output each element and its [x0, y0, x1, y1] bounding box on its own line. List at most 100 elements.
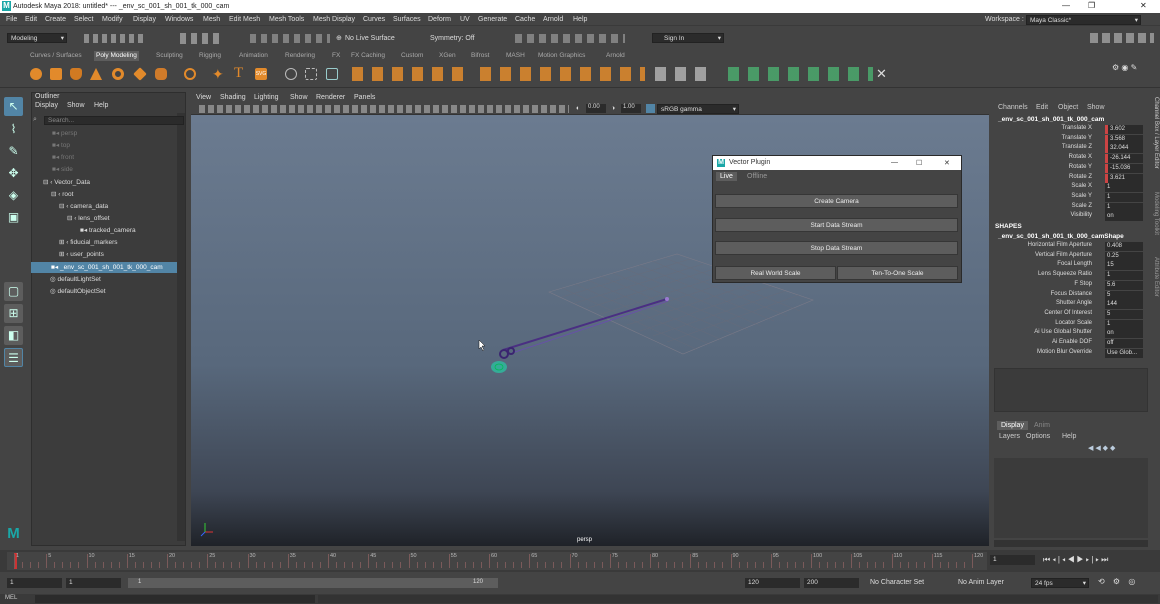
outliner-menu-show[interactable]: Show [67, 102, 85, 109]
sign-in-dropdown[interactable]: Sign In [652, 33, 724, 43]
shape-channel-value[interactable]: 5 [1105, 290, 1143, 300]
channel-row[interactable]: Visibility on [994, 212, 1144, 222]
menu-mesh-display[interactable]: Mesh Display [313, 16, 355, 23]
channel-value[interactable]: -26.144 [1105, 154, 1143, 164]
menu-display[interactable]: Display [133, 16, 156, 23]
shape-channel-row[interactable]: Horizontal Film Aperture 0.408 [994, 242, 1144, 252]
shelf-tab-animation[interactable]: Animation [239, 52, 268, 59]
channel-row[interactable]: Rotate Z 3.621 [994, 173, 1144, 184]
channel-row[interactable]: Translate Z 32.044 [994, 144, 1144, 154]
playback-controls-icons[interactable]: ⏮◂|◂◀▶▸|▸⏭ [1043, 555, 1110, 565]
lasso-tool-icon[interactable]: ⌇ [4, 120, 23, 139]
plugin-close-button[interactable]: ✕ [944, 159, 950, 167]
shelf-tab-poly-modeling[interactable]: Poly Modeling [94, 51, 139, 61]
shelf-tab-custom[interactable]: Custom [401, 52, 423, 59]
super-shape-icon[interactable]: ✦ [212, 66, 224, 83]
outliner-item-top[interactable]: ■◂ top [52, 140, 70, 151]
outliner-item-front[interactable]: ■◂ front [52, 152, 74, 163]
stop-data-stream-button[interactable]: Stop Data Stream [715, 241, 958, 255]
shape-channel-row[interactable]: Motion Blur Override Use Glob... [994, 348, 1144, 359]
poly-torus-icon[interactable] [112, 68, 124, 80]
loop-and-settings-icons[interactable]: ⟲ ⚙ ◎ [1098, 577, 1138, 586]
four-view-icon[interactable]: ⊞ [4, 304, 23, 323]
combine-icon[interactable] [285, 68, 297, 80]
channel-menu-object[interactable]: Object [1058, 104, 1078, 111]
time-slider[interactable]: 1 5 10 15 20 25 30 35 40 45 50 55 60 65 70 75 80 85 90 95 10… [0, 550, 1160, 572]
outliner-view-icon[interactable]: ☰ [4, 348, 23, 367]
side-tab-channel-box[interactable]: Channel Box / Layer Editor [1153, 97, 1159, 169]
channel-value[interactable]: 3.568 [1105, 134, 1143, 144]
outliner-item-root[interactable]: ⊟ ‹ root [51, 189, 73, 200]
outliner-item-lens-offset[interactable]: ⊟ ‹ lens_offset [67, 213, 110, 224]
animation-start-field[interactable]: 1 [66, 578, 121, 588]
shelf-tab-fx-caching[interactable]: FX Caching [351, 52, 385, 59]
channel-value[interactable]: 1 [1105, 192, 1143, 202]
menu-create[interactable]: Create [45, 16, 66, 23]
menu-cache[interactable]: Cache [515, 16, 535, 23]
shelf-options-icons[interactable]: ⚙ ◉ ✎ [1112, 63, 1137, 72]
channel-menu-channels[interactable]: Channels [998, 104, 1028, 111]
menu-surfaces[interactable]: Surfaces [393, 16, 421, 23]
select-tool-icon[interactable]: ↖ [4, 97, 23, 116]
create-camera-button[interactable]: Create Camera [715, 194, 958, 208]
mel-label[interactable]: MEL [5, 595, 17, 601]
file-tools-icons[interactable] [84, 34, 144, 43]
shape-channel-value[interactable]: 0.408 [1105, 242, 1143, 251]
plugin-tab-offline[interactable]: Offline [747, 173, 767, 180]
shape-channel-value[interactable]: 0.25 [1105, 251, 1143, 261]
plugin-tab-live[interactable]: Live [716, 172, 737, 181]
close-button[interactable]: ✕ [1140, 1, 1147, 10]
move-tool-icon[interactable]: ✥ [4, 164, 23, 183]
svg-icon[interactable]: SVG [255, 68, 267, 80]
channel-row[interactable]: Scale Y 1 [994, 192, 1144, 203]
shape-channel-value[interactable]: 144 [1105, 300, 1143, 310]
live-surface-label[interactable]: No Live Surface [345, 35, 395, 42]
shape-channel-value[interactable]: on [1105, 329, 1143, 339]
shape-channel-row[interactable]: Focal Length 15 [994, 261, 1144, 271]
channel-row[interactable]: Rotate X -26.144 [994, 154, 1144, 164]
menu-edit[interactable]: Edit [25, 16, 37, 23]
shape-channel-row[interactable]: Ai Enable DOF off [994, 339, 1144, 349]
menu-set-dropdown[interactable]: Modeling [7, 33, 67, 43]
channel-value[interactable]: on [1105, 212, 1143, 222]
shape-channel-row[interactable]: Lens Squeeze Ratio 1 [994, 271, 1144, 281]
outliner-item-side[interactable]: ■◂ side [52, 164, 73, 175]
menu-mesh-tools[interactable]: Mesh Tools [269, 16, 304, 23]
scale-tool-icon[interactable]: ▣ [4, 208, 23, 227]
outliner-item-vector-data[interactable]: ⊟ ‹ Vector_Data [43, 177, 90, 188]
separate-icon[interactable] [305, 68, 317, 80]
workspace-dropdown[interactable]: Maya Classic* [1026, 15, 1141, 25]
channel-menu-show[interactable]: Show [1087, 104, 1105, 111]
selection-mode-icons[interactable] [180, 33, 224, 44]
shelf-tab-motion-graphics[interactable]: Motion Graphics [538, 52, 585, 59]
start-time-field[interactable]: 1 [7, 578, 62, 588]
channel-value[interactable]: 1 [1105, 202, 1143, 212]
shape-channel-value[interactable]: Use Glob... [1105, 348, 1143, 358]
plugin-maximize-button[interactable]: ☐ [916, 159, 922, 167]
shape-channel-value[interactable]: 5.6 [1105, 280, 1143, 290]
channel-value[interactable]: -15.036 [1105, 163, 1143, 173]
command-input[interactable] [35, 595, 315, 603]
channel-value[interactable]: 3.621 [1105, 173, 1143, 183]
shape-channel-row[interactable]: Vertical Film Aperture 0.25 [994, 251, 1144, 262]
shelf-tab-curves-surfaces[interactable]: Curves / Surfaces [30, 52, 82, 59]
outliner-item-persp[interactable]: ■◂ persp [52, 128, 77, 139]
outliner-menu-display[interactable]: Display [35, 102, 58, 109]
outliner-item-camera-data[interactable]: ⊟ ‹ camera_data [59, 201, 108, 212]
panel-toggle-icons[interactable] [1090, 33, 1154, 43]
menu-generate[interactable]: Generate [478, 16, 507, 23]
outliner-item-user-points[interactable]: ⊞ ‹ user_points [59, 249, 104, 260]
outliner-menu-help[interactable]: Help [94, 102, 108, 109]
outliner-item-default-object-set[interactable]: ◎ defaultObjectSet [50, 286, 106, 297]
shape-channel-row[interactable]: F Stop 5.6 [994, 280, 1144, 291]
shelf-tab-fx[interactable]: FX [332, 52, 340, 59]
character-set-label[interactable]: No Character Set [870, 579, 924, 586]
menu-modify[interactable]: Modify [102, 16, 123, 23]
rotate-tool-icon[interactable]: ◈ [4, 186, 23, 205]
channel-row[interactable]: Translate X 3.602 [994, 125, 1144, 135]
poly-plane-icon[interactable] [133, 67, 147, 81]
anim-layer-label[interactable]: No Anim Layer [958, 579, 1004, 586]
menu-edit-mesh[interactable]: Edit Mesh [229, 16, 260, 23]
poly-cone-icon[interactable] [90, 68, 102, 80]
maximize-button[interactable]: ❐ [1088, 1, 1095, 10]
